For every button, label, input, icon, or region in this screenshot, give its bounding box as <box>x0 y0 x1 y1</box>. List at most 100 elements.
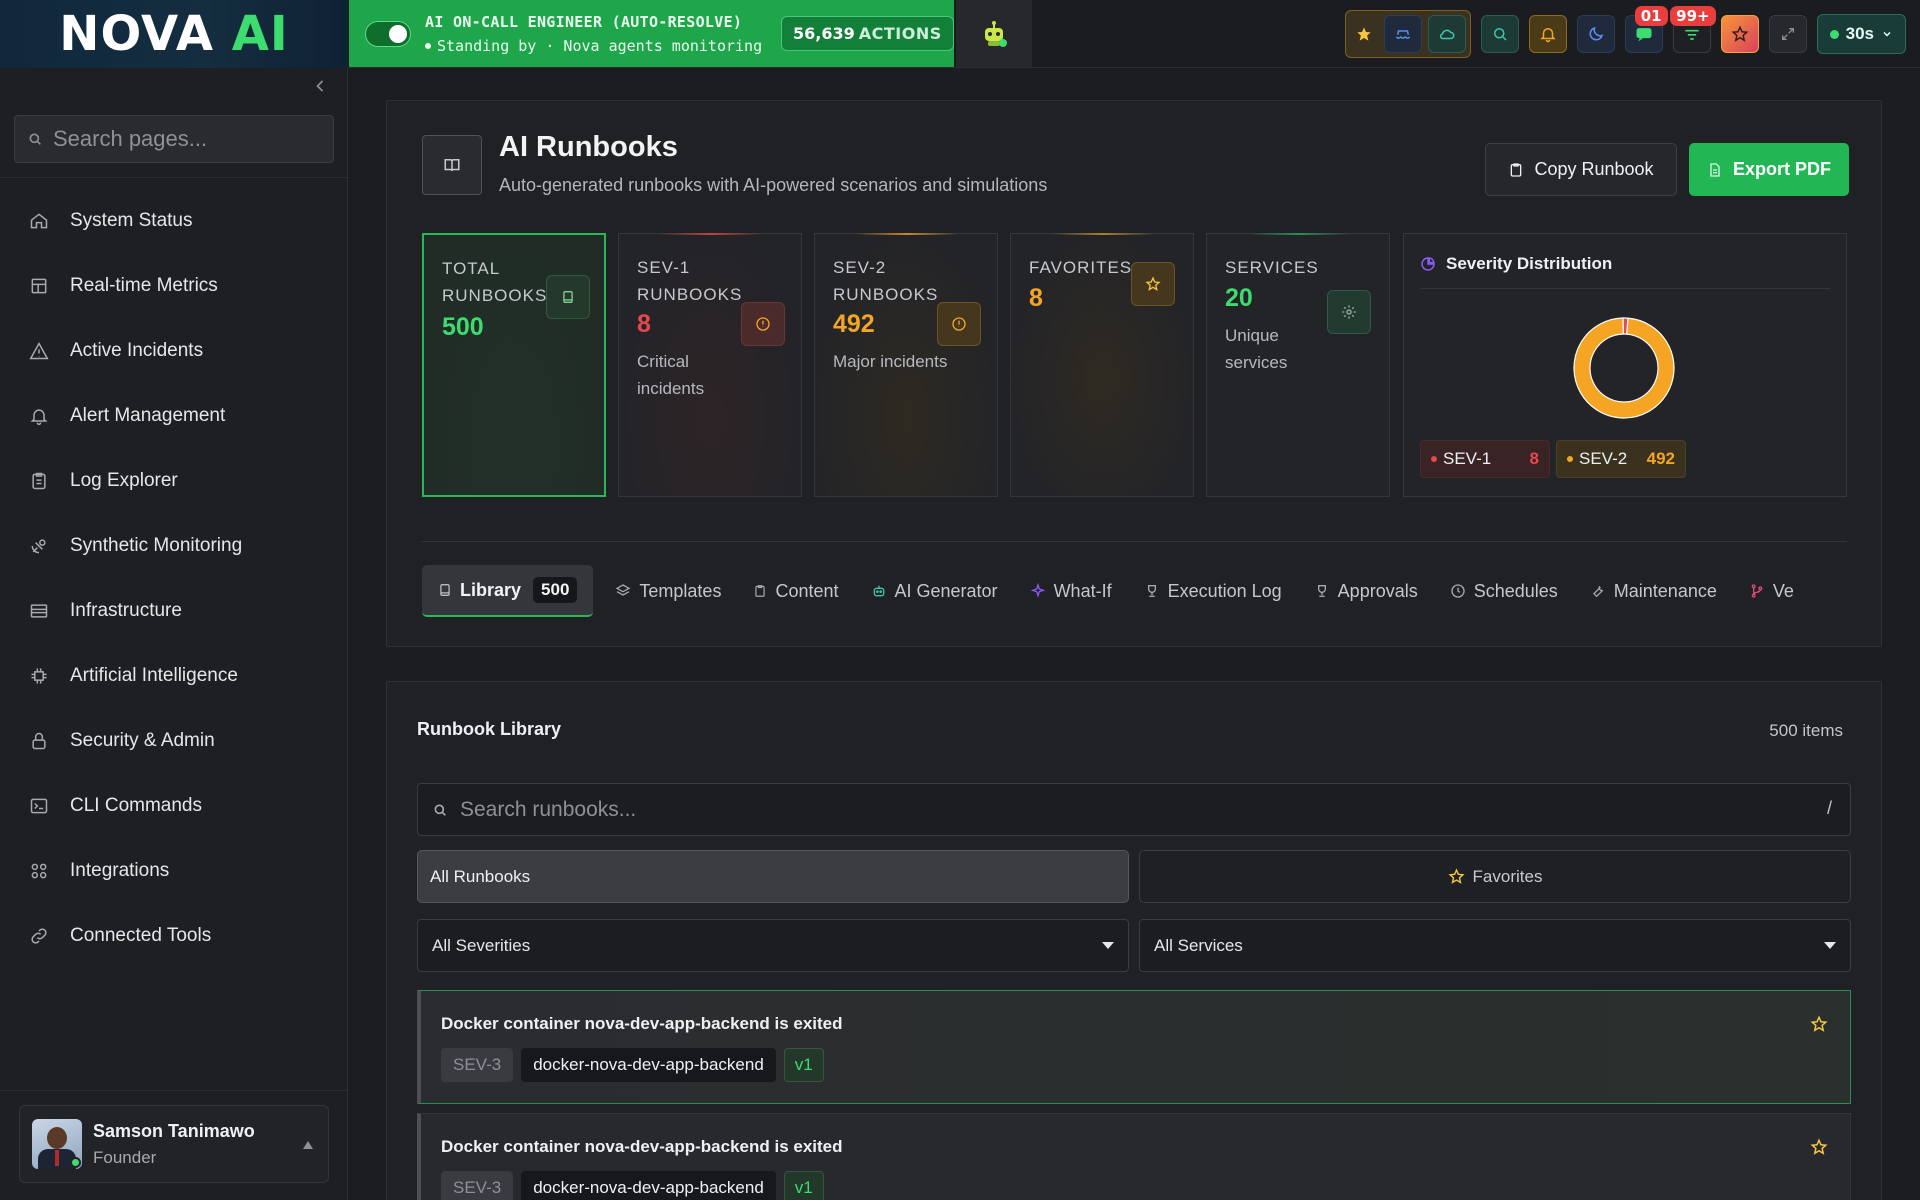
tab-schedules[interactable]: Schedules <box>1434 565 1574 617</box>
tab-execution-log[interactable]: Execution Log <box>1128 565 1298 617</box>
tab-what-if[interactable]: What-If <box>1014 565 1128 617</box>
runbook-title: Docker container nova-dev-app-backend is… <box>441 1014 843 1033</box>
clock-icon <box>1451 584 1465 598</box>
oncall-status: Standing by · Nova agents monitoring <box>437 36 763 55</box>
oncall-title: AI ON-CALL ENGINEER (AUTO-RESOLVE) <box>425 12 743 31</box>
sidebar-item-security-admin[interactable]: Security & Admin <box>0 708 348 773</box>
tab-maintenance[interactable]: Maintenance <box>1574 565 1733 617</box>
tab-versions[interactable]: Ve <box>1733 565 1794 617</box>
tab-templates[interactable]: Templates <box>599 565 737 617</box>
sidebar-item-integrations[interactable]: Integrations <box>0 838 348 903</box>
filter-favorites[interactable]: Favorites <box>1139 850 1851 903</box>
sidebar-item-connected-tools[interactable]: Connected Tools <box>0 903 348 968</box>
user-role: Founder <box>93 1147 157 1167</box>
tab-label: Content <box>775 580 839 601</box>
sidebar-nav: System Status Real-time Metrics Active I… <box>0 188 348 968</box>
user-profile-card[interactable]: Samson Tanimawo Founder <box>19 1105 329 1183</box>
bell-icon[interactable] <box>1528 15 1567 53</box>
runbook-list-item[interactable]: Docker container nova-dev-app-backend is… <box>417 1113 1851 1200</box>
cloud-ship-icon[interactable] <box>1383 15 1422 53</box>
service-badge: docker-nova-dev-app-backend <box>521 1048 776 1082</box>
tab-library[interactable]: Library 500 <box>422 565 594 617</box>
chevron-down-icon <box>1102 942 1114 949</box>
export-pdf-button[interactable]: Export PDF <box>1689 143 1849 196</box>
cloud-icon[interactable] <box>1427 15 1466 53</box>
sidebar-item-synthetic-monitoring[interactable]: Synthetic Monitoring <box>0 513 348 578</box>
stat-description: Critical incidents <box>637 352 705 398</box>
messages-badge: 01 <box>1634 6 1668 26</box>
grid-icon <box>28 860 50 882</box>
sidebar-item-log-explorer[interactable]: Log Explorer <box>0 448 348 513</box>
copy-runbook-button[interactable]: Copy Runbook <box>1485 143 1677 196</box>
trophy-icon <box>1317 585 1326 597</box>
search-shortcut-hint: / <box>1826 798 1832 818</box>
quick-actions-group <box>1344 10 1471 58</box>
sidebar-item-system-status[interactable]: System Status <box>0 188 348 253</box>
top-bar: NOVA AI AI ON-CALL ENGINEER (AUTO-RESOLV… <box>0 0 1920 68</box>
runbook-search: / <box>417 783 1851 836</box>
severity-select[interactable]: All Severities <box>417 919 1129 972</box>
gear-icon <box>1327 290 1371 334</box>
robot-icon[interactable] <box>956 0 1032 67</box>
version-badge: v1 <box>783 1171 824 1200</box>
severity-badge: SEV-3 <box>441 1171 514 1200</box>
sidebar-item-artificial-intelligence[interactable]: Artificial Intelligence <box>0 643 348 708</box>
sidebar-item-infrastructure[interactable]: Infrastructure <box>0 578 348 643</box>
sidebar-item-realtime-metrics[interactable]: Real-time Metrics <box>0 253 348 318</box>
link-icon <box>28 925 50 947</box>
auto-resolve-toggle[interactable] <box>365 20 411 47</box>
sidebar-item-label: System Status <box>70 209 193 231</box>
service-badge: docker-nova-dev-app-backend <box>521 1171 776 1200</box>
runbook-list-item[interactable]: Docker container nova-dev-app-backend is… <box>417 990 1851 1104</box>
legend-label: SEV-1 <box>1443 449 1492 468</box>
star-icon[interactable] <box>1350 15 1378 53</box>
moon-icon[interactable] <box>1576 15 1615 53</box>
tab-approvals[interactable]: Approvals <box>1298 565 1434 617</box>
refresh-interval-select[interactable]: 30s <box>1816 14 1906 54</box>
service-select[interactable]: All Services <box>1139 919 1851 972</box>
brand-logo[interactable]: NOVA AI <box>0 0 348 68</box>
filter-icon[interactable]: 99+ <box>1670 6 1716 53</box>
page-subtitle: Auto-generated runbooks with AI-powered … <box>499 175 1048 195</box>
clipboard-icon <box>1511 162 1522 177</box>
sidebar-item-label: Infrastructure <box>70 599 182 621</box>
stat-label: SEV-2 RUNBOOKS <box>833 258 939 304</box>
legend-dot <box>1431 456 1437 462</box>
cpu-icon <box>28 665 50 687</box>
page-search-input[interactable] <box>53 126 313 152</box>
chat-icon[interactable]: 01 <box>1624 6 1668 53</box>
layers-icon <box>616 584 631 596</box>
search-icon[interactable] <box>1480 15 1519 53</box>
expand-icon[interactable] <box>1768 15 1807 53</box>
legend-sev2: SEV-2 492 <box>1556 440 1686 478</box>
oncall-banner: AI ON-CALL ENGINEER (AUTO-RESOLVE) Stand… <box>349 0 954 67</box>
tab-label: Ve <box>1772 580 1794 601</box>
star-icon[interactable] <box>1810 1138 1828 1156</box>
tab-label: What-If <box>1053 580 1112 601</box>
runbook-title: Docker container nova-dev-app-backend is… <box>441 1137 843 1156</box>
sidebar-item-cli-commands[interactable]: CLI Commands <box>0 773 348 838</box>
star-icon[interactable] <box>1810 1015 1828 1033</box>
tab-ai-generator[interactable]: AI Generator <box>855 565 1014 617</box>
tab-label: Approvals <box>1337 580 1418 601</box>
copy-runbook-label: Copy Runbook <box>1534 159 1654 179</box>
star-icon <box>1131 262 1175 306</box>
tab-label: AI Generator <box>894 580 998 601</box>
runbook-search-input[interactable] <box>460 797 1760 822</box>
star-gradient-icon[interactable] <box>1720 15 1759 53</box>
sidebar-item-active-incidents[interactable]: Active Incidents <box>0 318 348 383</box>
tab-content[interactable]: Content <box>737 565 854 617</box>
branch-icon <box>1751 584 1763 598</box>
actions-label: ACTIONS <box>858 24 942 43</box>
robot-icon <box>873 585 884 597</box>
filter-all-runbooks[interactable]: All Runbooks <box>417 850 1129 903</box>
clipboard-icon <box>755 585 766 597</box>
sidebar-item-label: Integrations <box>70 859 170 881</box>
collapse-sidebar-icon[interactable] <box>310 76 330 96</box>
sidebar-item-alert-management[interactable]: Alert Management <box>0 383 348 448</box>
alert-circle-icon <box>741 302 785 346</box>
lock-icon <box>28 730 50 752</box>
bell-icon <box>28 405 50 427</box>
status-dot <box>425 42 431 49</box>
chevron-up-icon <box>302 1140 314 1150</box>
